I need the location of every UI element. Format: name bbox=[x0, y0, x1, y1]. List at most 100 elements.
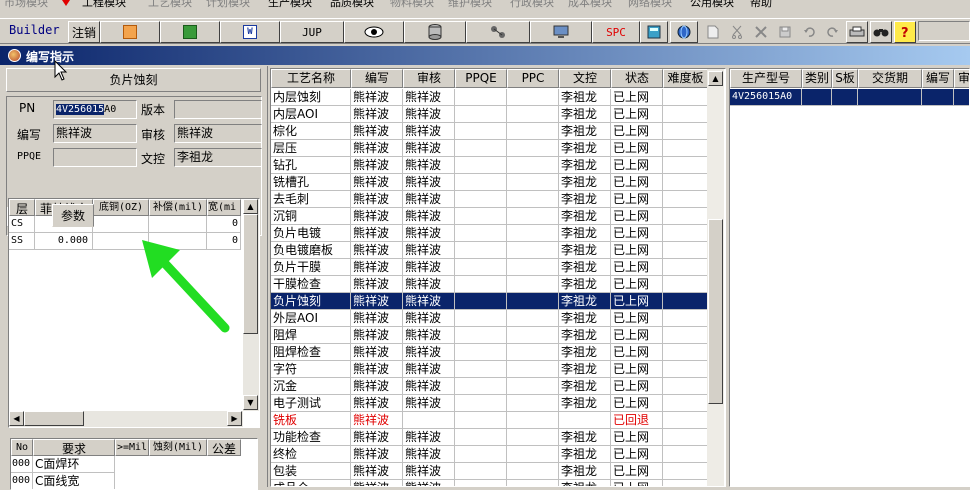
cell-ppc[interactable] bbox=[507, 395, 559, 412]
cell-difficulty[interactable] bbox=[663, 106, 708, 123]
cell-process-name[interactable]: 外层AOI bbox=[271, 310, 351, 327]
process-scroll-thumb[interactable] bbox=[708, 219, 723, 404]
cell-ppc[interactable] bbox=[507, 463, 559, 480]
cell-doc-control[interactable]: 李祖龙 bbox=[559, 429, 611, 446]
cell-reviewer[interactable]: 熊祥波 bbox=[403, 361, 455, 378]
cell-doc-control[interactable]: 李祖龙 bbox=[559, 378, 611, 395]
col-editor[interactable]: 编写 bbox=[351, 69, 403, 88]
cell-ppqe[interactable] bbox=[455, 327, 507, 344]
cell-ppc[interactable] bbox=[507, 361, 559, 378]
cell-difficulty[interactable] bbox=[663, 327, 708, 344]
cell-status[interactable]: 已上网 bbox=[611, 361, 663, 378]
cell-difficulty[interactable] bbox=[663, 293, 708, 310]
ppqe-field[interactable] bbox=[53, 148, 137, 167]
param-layer-cs[interactable]: CS bbox=[9, 216, 35, 233]
cell-editor[interactable] bbox=[922, 89, 954, 106]
delete-button[interactable] bbox=[750, 21, 772, 43]
cell-ppqe[interactable] bbox=[455, 191, 507, 208]
cell-doc-control[interactable]: 李祖龙 bbox=[559, 89, 611, 106]
cell-editor[interactable]: 熊祥波 bbox=[351, 293, 403, 310]
excel-button[interactable] bbox=[160, 21, 220, 43]
cell-difficulty[interactable] bbox=[663, 140, 708, 157]
version-field[interactable] bbox=[174, 100, 262, 119]
col-difficulty[interactable]: 难度板 bbox=[663, 69, 708, 88]
cell-difficulty[interactable] bbox=[663, 276, 708, 293]
cell-ppqe[interactable] bbox=[455, 89, 507, 106]
builder-button[interactable]: Builder bbox=[9, 23, 60, 37]
cell-editor[interactable]: 熊祥波 bbox=[351, 259, 403, 276]
col-editor[interactable]: 编写 bbox=[922, 69, 954, 88]
cell-delivery[interactable] bbox=[858, 89, 922, 106]
cell-doc-control[interactable]: 李祖龙 bbox=[559, 174, 611, 191]
cell-doc-control[interactable]: 李祖龙 bbox=[559, 123, 611, 140]
req-text-1[interactable]: C面焊环 bbox=[33, 456, 115, 473]
cell-reviewer[interactable]: 熊祥波 bbox=[403, 276, 455, 293]
cell-ppqe[interactable] bbox=[455, 395, 507, 412]
cell-process-name[interactable]: 负片蚀刻 bbox=[271, 293, 351, 310]
calculator-button[interactable] bbox=[640, 21, 668, 43]
jup-button[interactable]: JUP bbox=[280, 21, 344, 43]
cell-editor[interactable]: 熊祥波 bbox=[351, 412, 403, 429]
cell-editor[interactable]: 熊祥波 bbox=[351, 174, 403, 191]
col-tolerance[interactable]: 公差 bbox=[207, 439, 241, 456]
scroll-thumb[interactable] bbox=[243, 214, 258, 334]
cell-reviewer[interactable]: 熊祥波 bbox=[403, 106, 455, 123]
cell-editor[interactable]: 熊祥波 bbox=[351, 89, 403, 106]
cell-status[interactable]: 已上网 bbox=[611, 106, 663, 123]
cell-process-name[interactable]: 负片干膜 bbox=[271, 259, 351, 276]
cell-status[interactable]: 已上网 bbox=[611, 276, 663, 293]
cell-editor[interactable]: 熊祥波 bbox=[351, 157, 403, 174]
cell-ppc[interactable] bbox=[507, 259, 559, 276]
scroll-right-icon[interactable]: ▶ bbox=[227, 411, 242, 426]
col-no[interactable]: No bbox=[11, 439, 33, 456]
cell-difficulty[interactable] bbox=[663, 89, 708, 106]
cell-status[interactable]: 已上网 bbox=[611, 123, 663, 140]
col-base-copper[interactable]: 底铜(OZ) bbox=[93, 199, 149, 216]
cell-ppc[interactable] bbox=[507, 310, 559, 327]
cell-status[interactable]: 已上网 bbox=[611, 140, 663, 157]
cell-doc-control[interactable]: 李祖龙 bbox=[559, 157, 611, 174]
col-s-board[interactable]: S板 bbox=[832, 69, 858, 88]
cell-doc-control[interactable]: 李祖龙 bbox=[559, 395, 611, 412]
cell-ppc[interactable] bbox=[507, 140, 559, 157]
reviewer-field[interactable]: 熊祥波 bbox=[174, 124, 262, 143]
cell-ppc[interactable] bbox=[507, 157, 559, 174]
cell-reviewer[interactable]: 熊祥波 bbox=[403, 327, 455, 344]
cell-ppqe[interactable] bbox=[455, 480, 507, 486]
param-width-ss[interactable]: 0.000 bbox=[35, 233, 93, 250]
cell-process-name[interactable]: 棕化 bbox=[271, 123, 351, 140]
cell-difficulty[interactable] bbox=[663, 242, 708, 259]
cell-editor[interactable]: 熊祥波 bbox=[351, 429, 403, 446]
new-button[interactable] bbox=[702, 21, 724, 43]
cell-status[interactable]: 已上网 bbox=[611, 310, 663, 327]
cell-editor[interactable]: 熊祥波 bbox=[351, 276, 403, 293]
cell-doc-control[interactable]: 李祖龙 bbox=[559, 293, 611, 310]
cell-ppqe[interactable] bbox=[455, 361, 507, 378]
hscroll-thumb[interactable] bbox=[24, 411, 84, 426]
cell-editor[interactable]: 熊祥波 bbox=[351, 378, 403, 395]
cell-ppc[interactable] bbox=[507, 191, 559, 208]
cell-process-name[interactable]: 干膜检查 bbox=[271, 276, 351, 293]
cell-reviewer[interactable]: 熊祥波 bbox=[403, 225, 455, 242]
menu-item-plan[interactable]: 计划模块 bbox=[206, 0, 250, 8]
cell-status[interactable]: 已上网 bbox=[611, 174, 663, 191]
cell-reviewer[interactable]: 熊祥波 bbox=[403, 174, 455, 191]
cell-process-name[interactable]: 功能检查 bbox=[271, 429, 351, 446]
cell-process-name[interactable]: 铣板 bbox=[271, 412, 351, 429]
cell-editor[interactable]: 熊祥波 bbox=[351, 344, 403, 361]
cell-process-name[interactable]: 负电镀磨板 bbox=[271, 242, 351, 259]
scroll-up-icon[interactable]: ▲ bbox=[243, 199, 258, 214]
cell-difficulty[interactable] bbox=[663, 259, 708, 276]
cell-s-board[interactable] bbox=[832, 89, 858, 106]
cell-status[interactable]: 已上网 bbox=[611, 191, 663, 208]
menu-item-craft[interactable]: 工艺模块 bbox=[148, 0, 192, 8]
cell-process-name[interactable]: 字符 bbox=[271, 361, 351, 378]
cell-reviewer[interactable]: 熊祥波 bbox=[403, 191, 455, 208]
cell-ppc[interactable] bbox=[507, 242, 559, 259]
cell-ppqe[interactable] bbox=[455, 106, 507, 123]
cell-doc-control[interactable]: 李祖龙 bbox=[559, 463, 611, 480]
save-button[interactable] bbox=[774, 21, 796, 43]
cell-doc-control[interactable]: 李祖龙 bbox=[559, 480, 611, 486]
cell-process-name[interactable]: 电子测试 bbox=[271, 395, 351, 412]
powerpoint-button[interactable] bbox=[100, 21, 160, 43]
